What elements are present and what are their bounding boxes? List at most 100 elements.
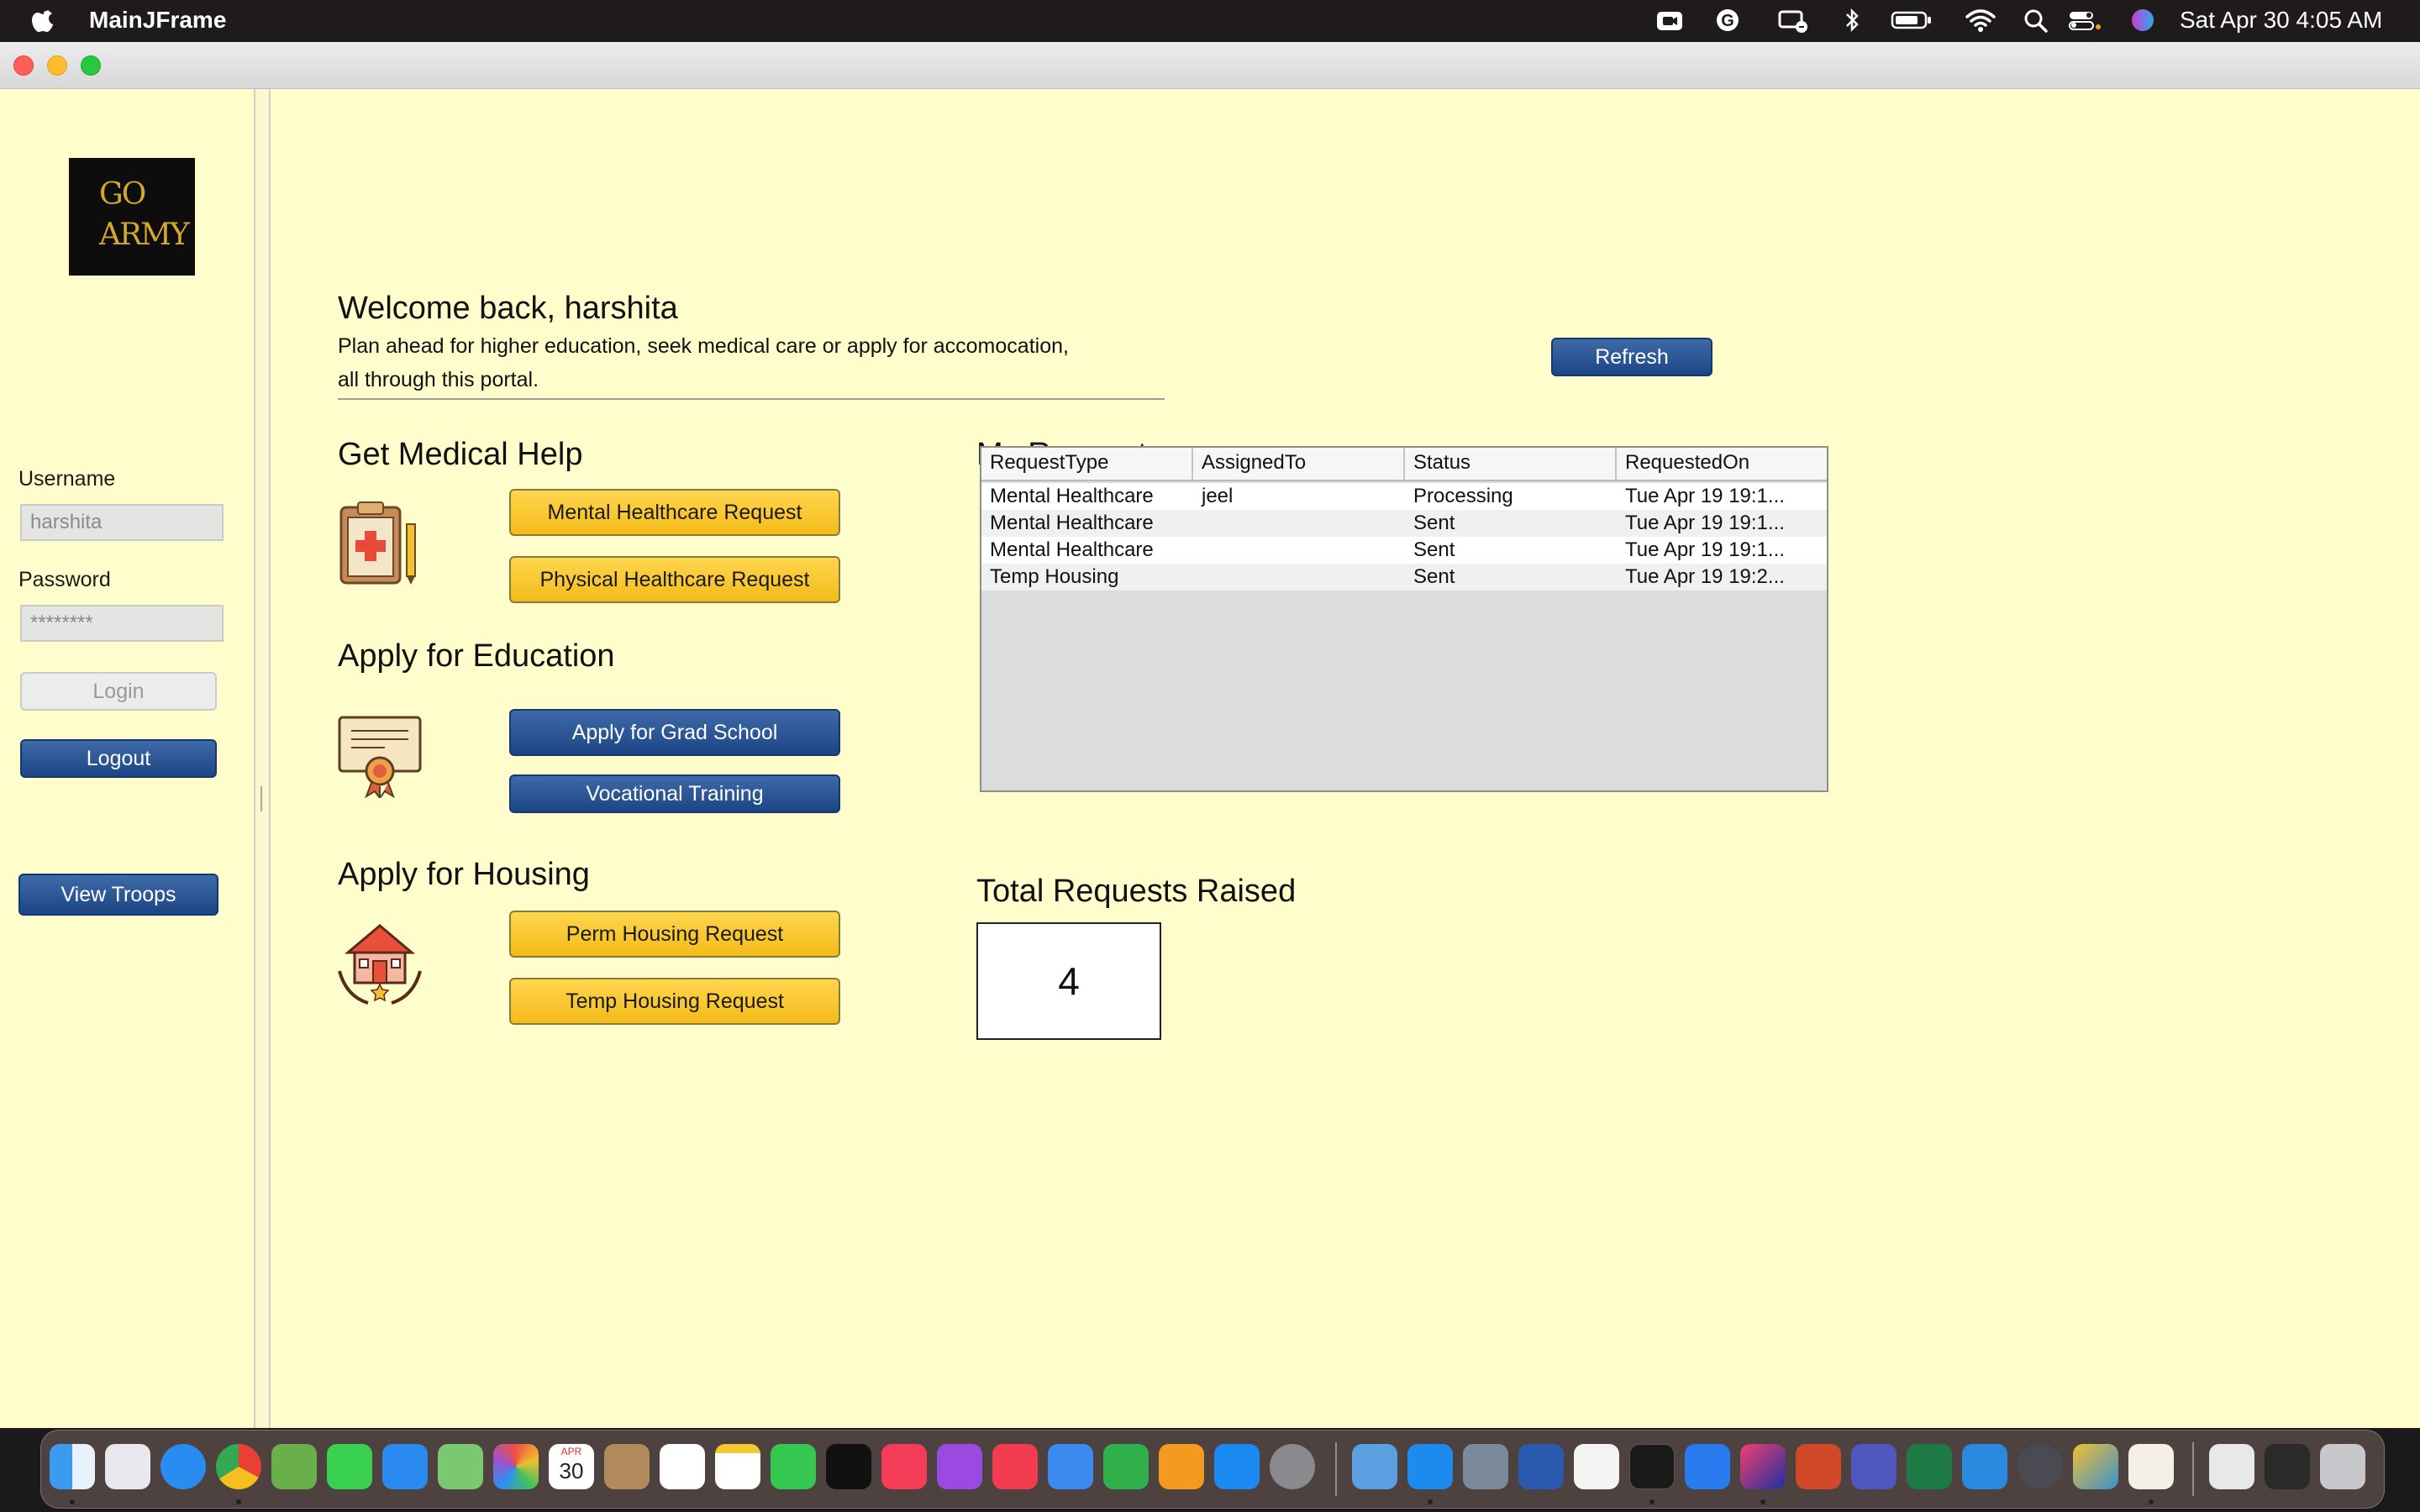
house-in-hands-icon bbox=[338, 924, 422, 1005]
safari-icon[interactable] bbox=[160, 1444, 206, 1489]
column-header[interactable]: RequestedOn bbox=[1617, 448, 1827, 480]
view-troops-button[interactable]: View Troops bbox=[18, 874, 218, 916]
running-indicator bbox=[1649, 1499, 1655, 1504]
netbeans-icon[interactable] bbox=[2073, 1444, 2118, 1489]
medical-section-title: Get Medical Help bbox=[338, 437, 583, 472]
java-icon[interactable] bbox=[2128, 1444, 2174, 1489]
table-cell: Tue Apr 19 19:1... bbox=[1625, 512, 1785, 534]
table-row[interactable]: Temp Housing Sent Tue Apr 19 19:2... bbox=[981, 564, 1827, 591]
bluetooth-icon[interactable] bbox=[1842, 7, 1862, 34]
password-field[interactable]: ******** bbox=[20, 605, 224, 642]
apple-tv-icon[interactable] bbox=[826, 1444, 871, 1489]
launchpad-icon[interactable] bbox=[105, 1444, 150, 1489]
column-header[interactable]: RequestType bbox=[981, 448, 1193, 480]
total-requests-title: Total Requests Raised bbox=[976, 874, 1297, 909]
spotlight-search-icon[interactable] bbox=[2023, 7, 2049, 34]
table-cell bbox=[1193, 510, 1405, 537]
photos-icon[interactable] bbox=[493, 1444, 539, 1489]
maps-icon[interactable] bbox=[438, 1444, 483, 1489]
siri-icon[interactable] bbox=[2129, 7, 2156, 34]
login-button[interactable]: Login bbox=[20, 672, 217, 711]
username-field[interactable]: harshita bbox=[20, 504, 224, 541]
facetime-icon[interactable] bbox=[771, 1444, 816, 1489]
control-center-icon[interactable] bbox=[2067, 7, 2102, 34]
table-cell: Processing bbox=[1413, 485, 1513, 507]
spring-tool-icon[interactable] bbox=[271, 1444, 317, 1489]
close-window-button[interactable] bbox=[13, 55, 34, 76]
running-indicator bbox=[236, 1499, 241, 1504]
calendar-month: APR bbox=[560, 1446, 582, 1457]
temp-housing-request-button[interactable]: Temp Housing Request bbox=[509, 978, 840, 1025]
split-pane-divider[interactable] bbox=[254, 89, 271, 1428]
notes-icon[interactable] bbox=[715, 1444, 760, 1489]
downloads-folder-icon[interactable] bbox=[2209, 1444, 2254, 1489]
wifi-icon[interactable] bbox=[1965, 7, 1996, 34]
calendar-day: 30 bbox=[559, 1458, 584, 1483]
main-panel: Welcome back, harshita Plan ahead for hi… bbox=[271, 89, 2420, 1428]
reminders-icon[interactable] bbox=[660, 1444, 705, 1489]
powerpoint-icon[interactable] bbox=[1796, 1444, 1841, 1489]
requests-table[interactable]: RequestType AssignedTo Status RequestedO… bbox=[980, 446, 1828, 792]
menubar-clock[interactable]: Sat Apr 30 4:05 AM bbox=[2180, 7, 2382, 34]
grammarly-icon[interactable]: G bbox=[1714, 7, 1741, 34]
finder-icon[interactable] bbox=[50, 1444, 95, 1489]
contacts-icon[interactable] bbox=[604, 1444, 650, 1489]
textedit-icon[interactable] bbox=[1574, 1444, 1619, 1489]
facetime-camera-icon[interactable] bbox=[1655, 7, 1684, 34]
intellij-icon[interactable] bbox=[1740, 1444, 1786, 1489]
news-icon[interactable] bbox=[992, 1444, 1038, 1489]
vscode-icon[interactable] bbox=[1962, 1444, 2007, 1489]
perm-housing-request-button[interactable]: Perm Housing Request bbox=[509, 911, 840, 958]
running-indicator bbox=[2149, 1499, 2154, 1504]
dock-separator bbox=[2192, 1442, 2194, 1496]
numbers-icon[interactable] bbox=[1103, 1444, 1149, 1489]
terminal-icon[interactable] bbox=[1629, 1444, 1675, 1489]
table-cell: Tue Apr 19 19:2... bbox=[1625, 565, 1785, 588]
dock-separator bbox=[1335, 1442, 1337, 1496]
keynote-icon[interactable] bbox=[1048, 1444, 1093, 1489]
table-cell: Sent bbox=[1413, 538, 1455, 561]
messages-icon[interactable] bbox=[327, 1444, 372, 1489]
minimize-window-button[interactable] bbox=[47, 55, 67, 76]
zoom-icon[interactable] bbox=[1685, 1444, 1730, 1489]
physical-healthcare-request-button[interactable]: Physical Healthcare Request bbox=[509, 556, 840, 603]
logout-button[interactable]: Logout bbox=[20, 739, 217, 778]
apple-menu-icon[interactable] bbox=[30, 5, 57, 35]
divider-grip[interactable] bbox=[260, 786, 264, 811]
podcasts-icon[interactable] bbox=[937, 1444, 982, 1489]
title-bar[interactable] bbox=[0, 42, 2420, 89]
refresh-button[interactable]: Refresh bbox=[1551, 338, 1712, 376]
main-window: GO ARMY Username harshita Password *****… bbox=[0, 42, 2420, 1428]
logo-line-1: GO bbox=[99, 177, 146, 212]
display-icon[interactable] bbox=[1776, 7, 1810, 34]
teams-icon[interactable] bbox=[1851, 1444, 1897, 1489]
vocational-training-button[interactable]: Vocational Training bbox=[509, 774, 840, 813]
pages-icon[interactable] bbox=[1159, 1444, 1204, 1489]
column-header[interactable]: Status bbox=[1405, 448, 1617, 480]
mental-healthcare-request-button[interactable]: Mental Healthcare Request bbox=[509, 489, 840, 536]
table-cell bbox=[1193, 537, 1405, 564]
table-cell: Tue Apr 19 19:1... bbox=[1625, 538, 1785, 561]
table-row[interactable]: Mental Healthcare jeel Processing Tue Ap… bbox=[981, 483, 1827, 510]
column-header[interactable]: AssignedTo bbox=[1193, 448, 1405, 480]
app-store-icon[interactable] bbox=[1214, 1444, 1260, 1489]
music-icon[interactable] bbox=[881, 1444, 927, 1489]
desktop-folder-icon[interactable] bbox=[2265, 1444, 2310, 1489]
word-icon[interactable] bbox=[1518, 1444, 1564, 1489]
battery-icon[interactable] bbox=[1891, 7, 1933, 34]
apply-grad-school-button[interactable]: Apply for Grad School bbox=[509, 709, 840, 756]
preview-icon[interactable] bbox=[1352, 1444, 1397, 1489]
docker-icon[interactable] bbox=[1407, 1444, 1453, 1489]
chrome-icon[interactable] bbox=[216, 1444, 261, 1489]
table-row[interactable]: Mental Healthcare Sent Tue Apr 19 19:1..… bbox=[981, 537, 1827, 564]
mail-icon[interactable] bbox=[382, 1444, 428, 1489]
quicktime-icon[interactable] bbox=[2018, 1444, 2063, 1489]
app-name[interactable]: MainJFrame bbox=[89, 7, 226, 34]
calendar-icon[interactable]: APR 30 bbox=[549, 1444, 594, 1489]
table-row[interactable]: Mental Healthcare Sent Tue Apr 19 19:1..… bbox=[981, 510, 1827, 537]
excel-icon[interactable] bbox=[1907, 1444, 1952, 1489]
zoom-window-button[interactable] bbox=[81, 55, 101, 76]
image-capture-icon[interactable] bbox=[1463, 1444, 1508, 1489]
system-preferences-icon[interactable] bbox=[1270, 1444, 1315, 1489]
trash-icon[interactable] bbox=[2320, 1444, 2365, 1489]
